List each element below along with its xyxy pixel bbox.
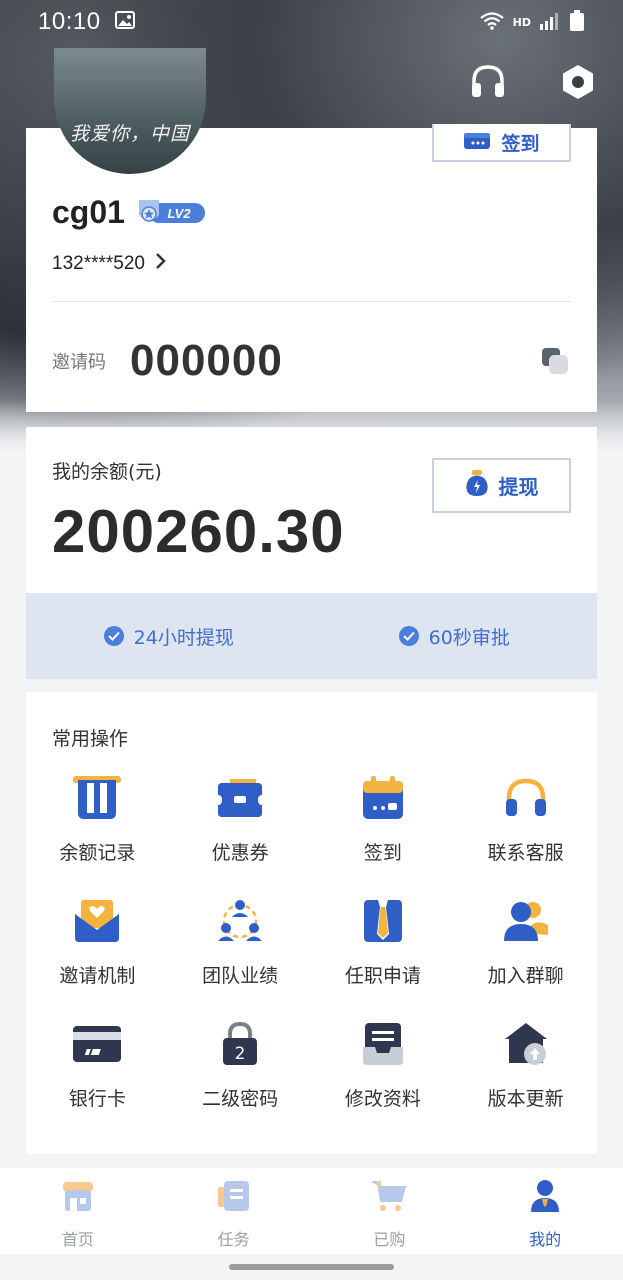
common-operations-card: 常用操作 余额记录 优惠券 签到 联系客服 邀请机制 团队业绩 任职申请 加入群… xyxy=(26,692,597,1154)
status-bar: 10:10 HD xyxy=(0,0,623,44)
nav-task[interactable]: 任务 xyxy=(156,1168,312,1254)
op-label: 余额记录 xyxy=(59,842,136,864)
calendar-icon xyxy=(357,772,409,824)
avatar[interactable]: 我爱你，中国 xyxy=(54,48,206,174)
op-label: 银行卡 xyxy=(68,1088,126,1110)
profile-icon xyxy=(525,1176,565,1216)
nav-home[interactable]: 首页 xyxy=(0,1168,156,1254)
svg-text:2: 2 xyxy=(235,1044,246,1064)
network-type: HD xyxy=(512,15,531,29)
settings-icon[interactable] xyxy=(558,62,598,102)
op-label: 团队业绩 xyxy=(202,965,279,987)
username: cg01 xyxy=(52,194,125,230)
nav-label: 任务 xyxy=(217,1230,250,1249)
checkin-button[interactable]: 签到 xyxy=(432,124,571,162)
signal-icon xyxy=(539,11,561,34)
ops-grid: 余额记录 优惠券 签到 联系客服 邀请机制 团队业绩 任职申请 加入群聊 银行卡… xyxy=(26,772,597,1111)
op-label: 优惠券 xyxy=(211,842,269,864)
group-chat-icon xyxy=(500,895,552,947)
op-job-application[interactable]: 任职申请 xyxy=(312,895,455,988)
username-row: cg01 LV2 xyxy=(52,194,207,231)
nav-label: 首页 xyxy=(61,1230,94,1249)
money-bag-icon xyxy=(465,469,489,502)
balance-record-icon xyxy=(71,772,123,824)
gesture-bar xyxy=(0,1254,623,1280)
balance-amount: 200260.30 xyxy=(52,498,345,565)
edit-profile-icon xyxy=(357,1018,409,1070)
update-icon xyxy=(500,1018,552,1070)
op-bank-card[interactable]: 银行卡 xyxy=(26,1018,169,1111)
battery-icon xyxy=(569,9,585,35)
headset-icon xyxy=(500,772,552,824)
nav-mine[interactable]: 我的 xyxy=(467,1168,623,1254)
op-label: 加入群聊 xyxy=(487,965,564,987)
team-icon xyxy=(214,895,266,947)
op-team-performance[interactable]: 团队业绩 xyxy=(169,895,312,988)
check-circle-icon xyxy=(398,626,419,646)
feature-item: 24小时提现 xyxy=(26,623,312,650)
balance-card: 我的余额(元) 200260.30 提现 xyxy=(26,427,597,593)
bank-card-icon xyxy=(71,1018,123,1070)
op-label: 签到 xyxy=(363,842,402,864)
level-badge: LV2 xyxy=(137,197,207,229)
invite-label: 邀请码 xyxy=(52,352,106,373)
op-coupon[interactable]: 优惠券 xyxy=(169,772,312,865)
level-text: LV2 xyxy=(167,206,191,221)
divider xyxy=(52,301,571,302)
checkin-label: 签到 xyxy=(501,132,540,155)
avatar-caption: 我爱你，中国 xyxy=(69,123,190,145)
op-secondary-password[interactable]: 2 二级密码 xyxy=(169,1018,312,1111)
coupon-icon xyxy=(214,772,266,824)
customer-service-icon[interactable] xyxy=(468,62,508,102)
bottom-nav: 首页 任务 已购 我的 xyxy=(0,1168,623,1254)
wifi-icon xyxy=(479,11,505,34)
op-balance-record[interactable]: 余额记录 xyxy=(26,772,169,865)
top-actions xyxy=(468,62,598,102)
home-icon xyxy=(58,1176,98,1216)
ops-title: 常用操作 xyxy=(52,728,129,750)
invite-row: 邀请码 000000 xyxy=(52,333,571,389)
task-icon xyxy=(214,1176,254,1216)
phone-row[interactable]: 132****520 xyxy=(52,252,167,276)
op-label: 版本更新 xyxy=(487,1088,564,1110)
feature-strip: 24小时提现 60秒审批 xyxy=(26,593,597,679)
chevron-right-icon xyxy=(155,252,167,276)
op-label: 修改资料 xyxy=(344,1088,421,1110)
op-invite[interactable]: 邀请机制 xyxy=(26,895,169,988)
feature-label: 60秒审批 xyxy=(428,626,510,649)
op-label: 二级密码 xyxy=(202,1088,279,1110)
checkin-icon xyxy=(463,130,491,155)
op-label: 邀请机制 xyxy=(59,965,136,987)
balance-label: 我的余额(元) xyxy=(52,461,162,483)
profile-card: 我爱你，中国 签到 cg01 LV2 132****520 邀请码 000000 xyxy=(26,48,597,412)
op-join-group[interactable]: 加入群聊 xyxy=(454,895,597,988)
op-contact-service[interactable]: 联系客服 xyxy=(454,772,597,865)
op-edit-profile[interactable]: 修改资料 xyxy=(312,1018,455,1111)
withdraw-button[interactable]: 提现 xyxy=(432,458,571,513)
copy-icon[interactable] xyxy=(539,345,571,377)
op-label: 任职申请 xyxy=(344,965,421,987)
invite-envelope-icon xyxy=(71,895,123,947)
op-label: 联系客服 xyxy=(487,842,564,864)
invite-code: 000000 xyxy=(130,336,283,385)
cart-icon xyxy=(369,1176,409,1216)
withdraw-label: 提现 xyxy=(498,475,539,499)
status-time: 10:10 xyxy=(38,8,101,35)
lock-icon: 2 xyxy=(214,1018,266,1070)
op-version-update[interactable]: 版本更新 xyxy=(454,1018,597,1111)
feature-item: 60秒审批 xyxy=(312,623,598,650)
nav-label: 已购 xyxy=(373,1230,406,1249)
home-indicator[interactable] xyxy=(229,1264,394,1270)
gallery-icon xyxy=(114,11,135,33)
op-checkin[interactable]: 签到 xyxy=(312,772,455,865)
feature-label: 24小时提现 xyxy=(133,626,234,649)
tie-icon xyxy=(357,895,409,947)
phone-number: 132****520 xyxy=(52,253,145,274)
check-circle-icon xyxy=(103,626,124,646)
nav-purchased[interactable]: 已购 xyxy=(312,1168,468,1254)
nav-label: 我的 xyxy=(529,1230,562,1249)
